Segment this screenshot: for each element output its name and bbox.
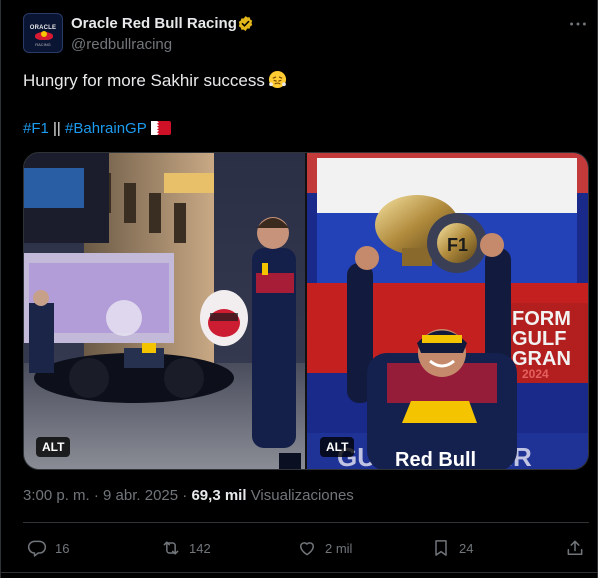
photo-driver-with-helmet[interactable]	[24, 153, 305, 470]
bookmark-button[interactable]: 24	[431, 537, 473, 559]
bahrain-flag-icon	[150, 121, 171, 135]
hashtag-separator: ||	[48, 120, 65, 137]
heart-icon	[300, 542, 314, 556]
avatar[interactable]: ORACLE RACING	[23, 13, 63, 53]
alt-text-button-right[interactable]: ALT	[320, 437, 355, 457]
views-count: 69,3 mil	[191, 487, 247, 504]
face-with-steam-emoji-icon	[268, 70, 286, 89]
bottom-divider	[1, 572, 598, 573]
avatar-sun-shape	[41, 31, 47, 37]
author-handle[interactable]: @redbullracing	[71, 36, 172, 53]
share-icon	[567, 540, 583, 555]
media-grid: FORM GULF GRAN 2024 GULF AIR F1 Red Bull	[23, 152, 589, 470]
reply-icon	[27, 540, 47, 557]
hashtag-f1-link[interactable]: #F1	[23, 120, 49, 137]
svg-text:F1: F1	[447, 235, 468, 255]
author-name[interactable]: Oracle Red Bull Racing	[71, 15, 237, 32]
svg-text:2024: 2024	[522, 367, 549, 381]
meta-dot-2: ·	[178, 487, 192, 504]
svg-text:GULF: GULF	[512, 328, 566, 350]
verified-badge-icon[interactable]	[237, 15, 254, 32]
post-time[interactable]: 3:00 p. m.	[23, 487, 90, 504]
share-button[interactable]	[565, 537, 593, 559]
alt-text-button-left[interactable]: ALT	[36, 437, 71, 457]
tweet-meta: 3:00 p. m. · 9 abr. 2025 · 69,3 mil Visu…	[23, 487, 354, 504]
photo-driver-with-trophy[interactable]: FORM GULF GRAN 2024 GULF AIR F1 Red Bull	[307, 153, 589, 470]
hashtags-line: #F1 || #BahrainGP	[23, 118, 171, 140]
repost-count: 142	[189, 540, 211, 556]
reply-button[interactable]: 16	[27, 537, 69, 559]
bookmark-icon	[435, 540, 447, 556]
like-button[interactable]: 2 mil	[297, 537, 352, 559]
hashtag-bahraingp-link[interactable]: #BahrainGP	[65, 120, 147, 137]
avatar-logo-sub: RACING	[35, 42, 51, 47]
tweet-card: ORACLE RACING Oracle Red Bull Racing @re…	[0, 0, 598, 578]
repost-icon	[163, 541, 179, 555]
tweet-body: Hungry for more Sakhir success	[23, 71, 265, 90]
repost-button[interactable]: 142	[161, 537, 211, 559]
more-options-icon[interactable]	[567, 13, 589, 35]
svg-text:Red Bull: Red Bull	[395, 449, 476, 470]
meta-divider	[23, 522, 589, 523]
meta-dot: ·	[89, 487, 104, 504]
bookmark-count: 24	[459, 540, 474, 556]
tweet-text: Hungry for more Sakhir success	[23, 70, 287, 92]
views-label: Visualizaciones	[250, 487, 354, 504]
post-date[interactable]: 9 abr. 2025	[103, 487, 178, 504]
reply-count: 16	[55, 540, 70, 556]
svg-text:FORM: FORM	[512, 308, 571, 330]
like-count: 2 mil	[325, 540, 353, 556]
